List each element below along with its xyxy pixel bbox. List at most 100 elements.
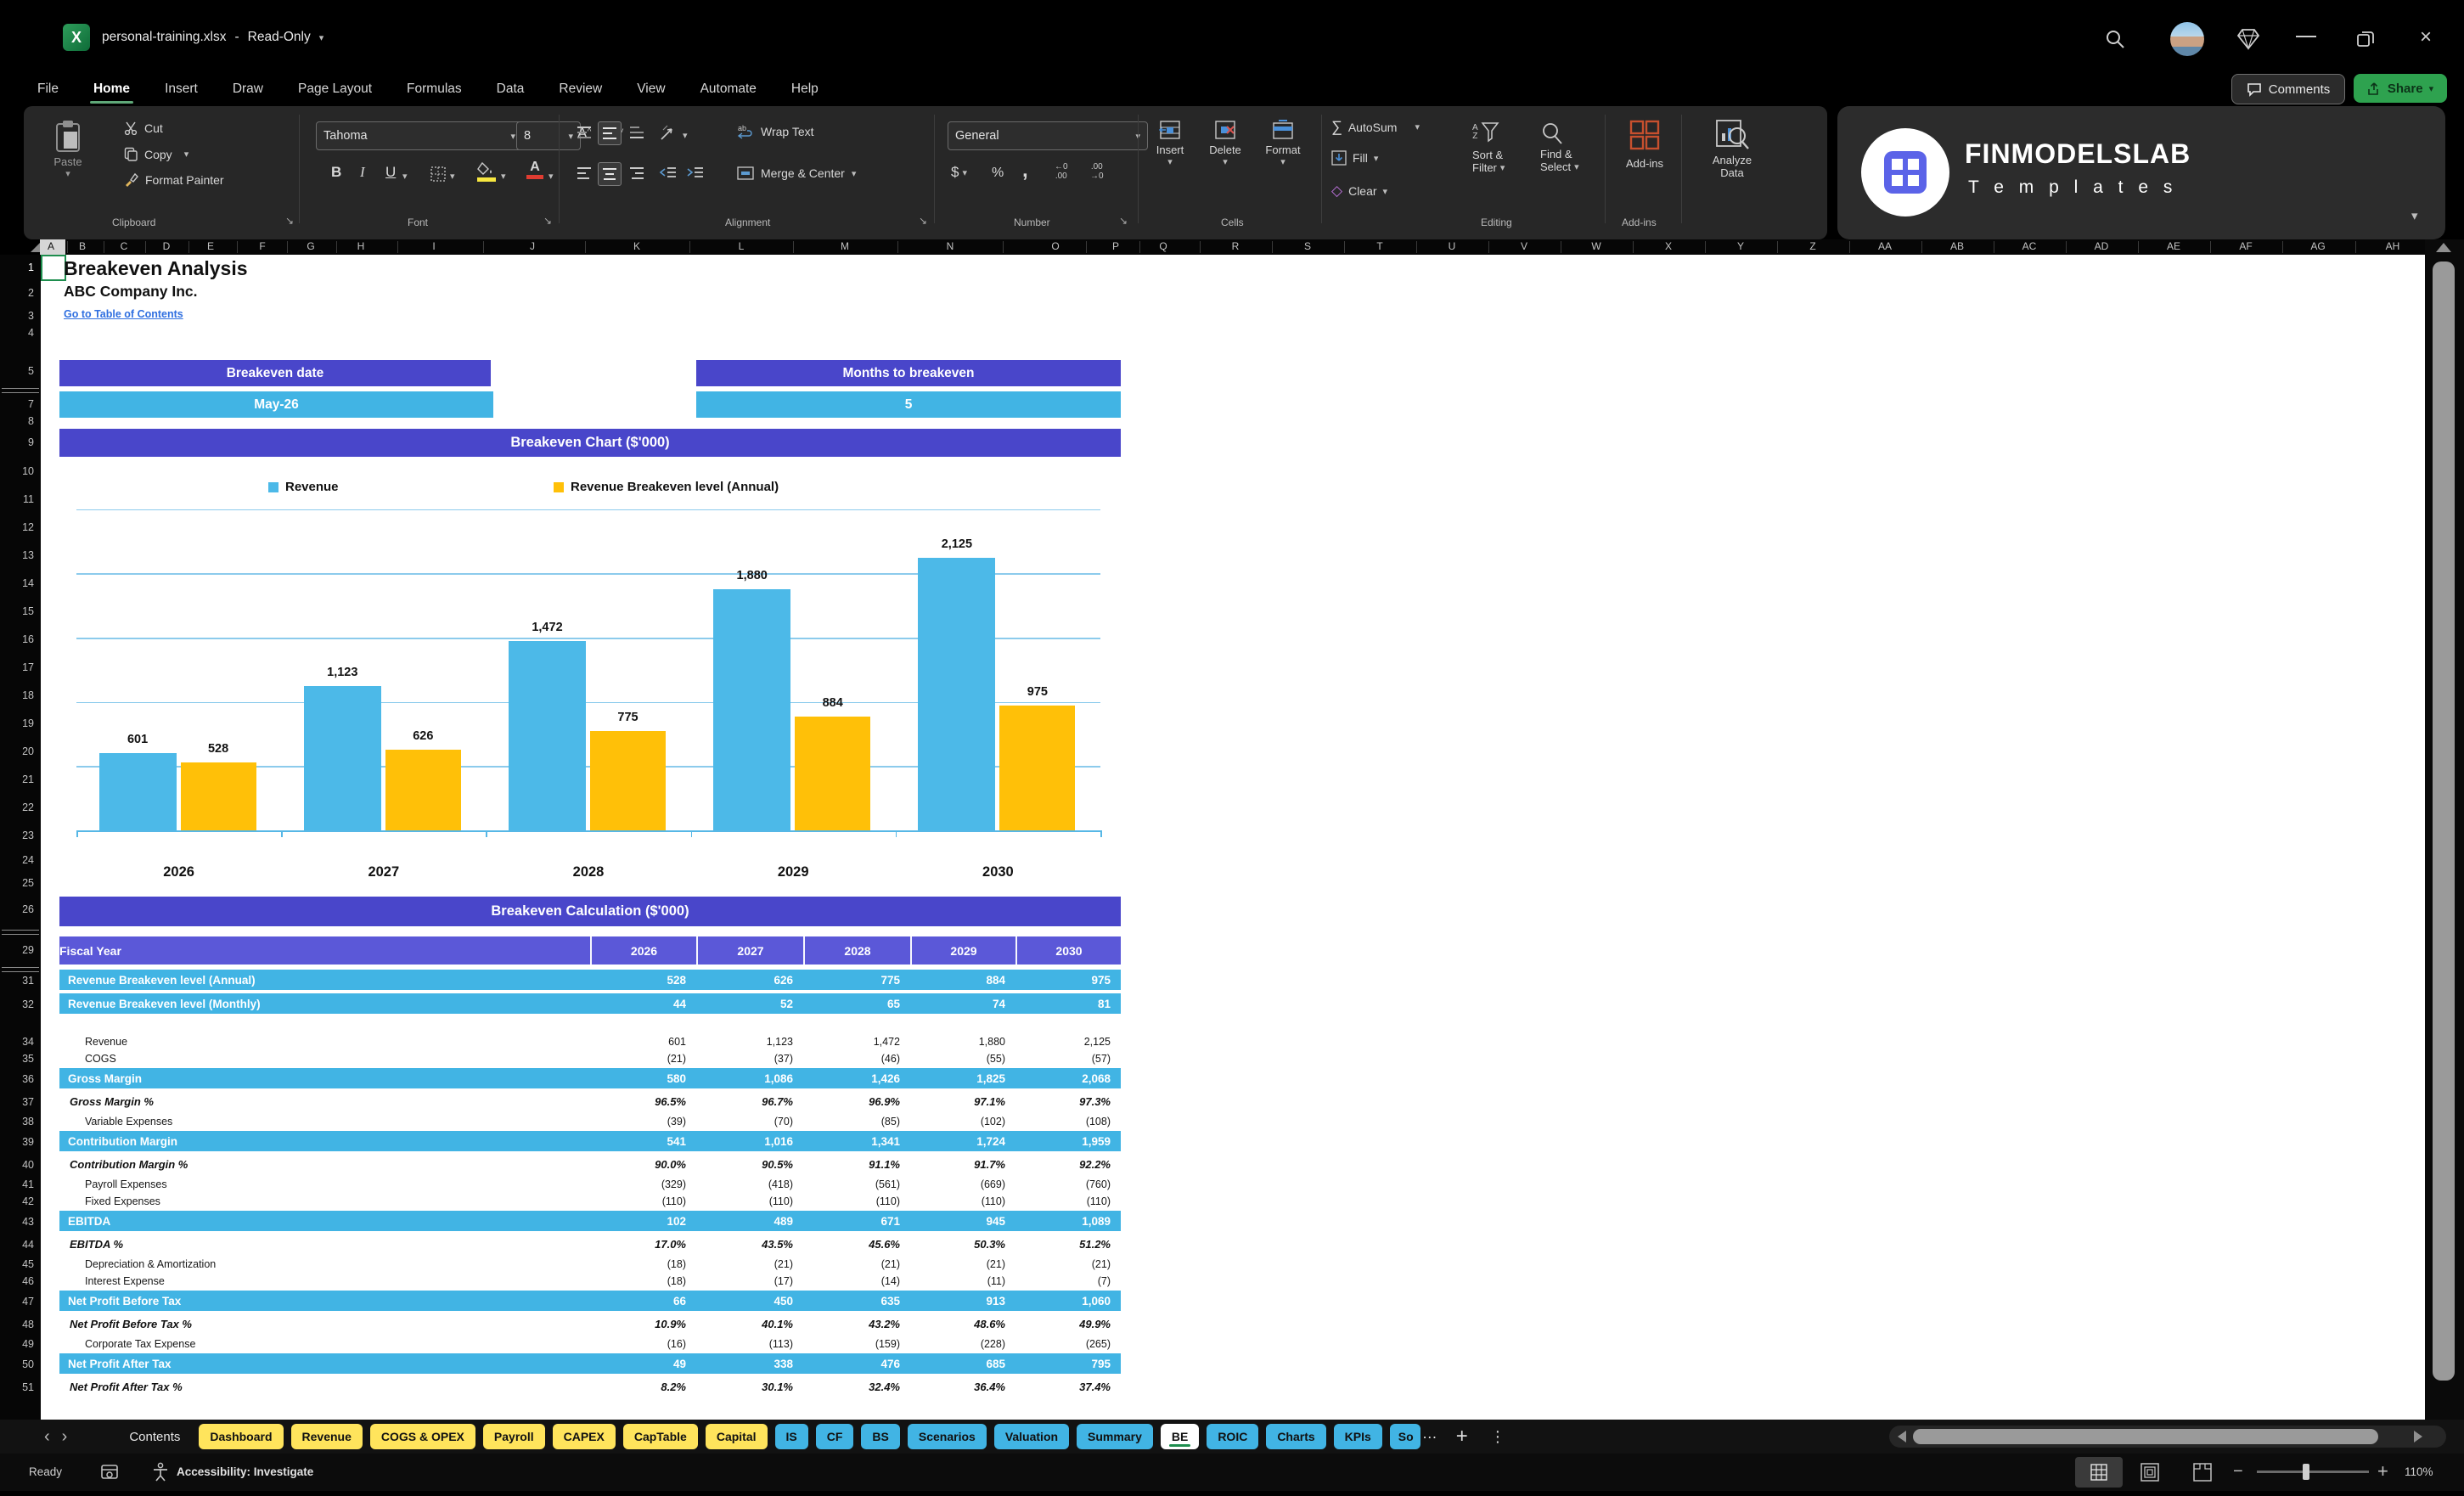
cell[interactable]: (669) [910, 1178, 1015, 1190]
more-tabs-button[interactable]: … [1422, 1425, 1437, 1443]
share-button[interactable]: Share ▾ [2354, 74, 2447, 103]
row-header-18[interactable]: 18 [3, 689, 34, 701]
cell[interactable]: (7) [1015, 1275, 1121, 1287]
decrease-decimal-button[interactable]: .00→0 [1090, 162, 1104, 181]
row-header-10[interactable]: 10 [3, 465, 34, 477]
cell[interactable]: (113) [696, 1338, 803, 1350]
column-header-R[interactable]: R [1232, 240, 1240, 252]
font-dialog-launcher-icon[interactable]: ↘ [543, 215, 552, 227]
cell[interactable]: 1,341 [803, 1135, 910, 1148]
alignment-dialog-launcher-icon[interactable]: ↘ [919, 215, 927, 227]
cell[interactable]: 8.2% [590, 1381, 696, 1393]
row-header-7[interactable]: 7 [3, 398, 34, 410]
underline-button[interactable]: U [385, 164, 396, 181]
chevron-down-icon[interactable]: ▾ [319, 32, 324, 43]
row-label[interactable]: Net Profit Before Tax [59, 1295, 590, 1308]
cell[interactable]: 541 [590, 1135, 696, 1148]
cell[interactable]: (18) [590, 1258, 696, 1270]
sheet-tab-summary[interactable]: Summary [1077, 1424, 1153, 1449]
cell[interactable]: (46) [803, 1053, 910, 1065]
cell[interactable]: (21) [910, 1258, 1015, 1270]
row-header-39[interactable]: 39 [3, 1136, 34, 1148]
cell[interactable]: (21) [1015, 1258, 1121, 1270]
column-header-O[interactable]: O [1051, 240, 1059, 252]
cell[interactable]: 92.2% [1015, 1158, 1121, 1171]
menu-tab-automate[interactable]: Automate [689, 72, 768, 106]
vertical-scrollbar[interactable] [2425, 239, 2464, 1420]
column-header-AE[interactable]: AE [2167, 240, 2180, 252]
cell[interactable]: (21) [803, 1258, 910, 1270]
percent-format-button[interactable]: % [992, 166, 1004, 181]
cell[interactable]: 975 [1015, 974, 1121, 987]
cell[interactable]: (57) [1015, 1053, 1121, 1065]
view-page-break-button[interactable] [2192, 1462, 2213, 1482]
menu-tab-data[interactable]: Data [485, 72, 537, 106]
number-dialog-launcher-icon[interactable]: ↘ [1119, 215, 1128, 227]
column-header-A[interactable]: A [48, 240, 54, 252]
scroll-left-arrow[interactable] [1898, 1431, 1906, 1443]
cell[interactable]: 91.7% [910, 1158, 1015, 1171]
cell[interactable]: 489 [696, 1215, 803, 1228]
column-header-Z[interactable]: Z [1809, 240, 1815, 252]
cell[interactable]: 2,125 [1015, 1036, 1121, 1048]
increase-indent-button[interactable] [686, 166, 705, 181]
sheet-tab-so[interactable]: So [1390, 1424, 1420, 1449]
row-header-25[interactable]: 25 [3, 877, 34, 889]
find-select-button[interactable]: Find & Select▾ [1540, 121, 1579, 173]
column-header-L[interactable]: L [739, 240, 745, 252]
column-header-AF[interactable]: AF [2239, 240, 2252, 252]
cell[interactable]: 1,060 [1015, 1295, 1121, 1308]
cell[interactable]: 17.0% [590, 1238, 696, 1251]
cell[interactable]: 1,426 [803, 1072, 910, 1085]
row-header-14[interactable]: 14 [3, 577, 34, 589]
cell[interactable]: 32.4% [803, 1381, 910, 1393]
copy-button[interactable]: Copy ▾ [124, 147, 188, 161]
row-header-4[interactable]: 4 [3, 327, 34, 339]
cell[interactable]: 1,123 [696, 1036, 803, 1048]
new-sheet-button[interactable]: + [1456, 1425, 1468, 1448]
cell[interactable]: 49 [590, 1358, 696, 1370]
minimize-button[interactable] [2296, 36, 2316, 37]
sheet-tab-is[interactable]: IS [775, 1424, 808, 1449]
cell[interactable]: 945 [910, 1215, 1015, 1228]
row-header-43[interactable]: 43 [3, 1216, 34, 1228]
delete-cells-button[interactable]: Delete ▾ [1203, 120, 1247, 167]
column-header-AD[interactable]: AD [2095, 240, 2109, 252]
accessibility-person-icon[interactable] [151, 1462, 170, 1482]
format-painter-button[interactable]: Format Painter [124, 172, 224, 187]
sheet-tab-kpis[interactable]: KPIs [1334, 1424, 1382, 1449]
collapse-ribbon-chevron-icon[interactable]: ▾ [2411, 208, 2418, 223]
cell[interactable]: (110) [590, 1195, 696, 1207]
cell[interactable]: 795 [1015, 1358, 1121, 1370]
sheet-tab-dashboard[interactable]: Dashboard [199, 1424, 283, 1449]
row-header-37[interactable]: 37 [3, 1096, 34, 1108]
tabs-forward-arrow[interactable]: › [62, 1427, 68, 1447]
cell[interactable]: 65 [803, 998, 910, 1010]
row-header-32[interactable]: 32 [3, 998, 34, 1010]
column-header-N[interactable]: N [947, 240, 954, 252]
align-left-button[interactable] [576, 166, 593, 181]
cell[interactable]: 1,086 [696, 1072, 803, 1085]
cell[interactable]: (18) [590, 1275, 696, 1287]
row-header-21[interactable]: 21 [3, 773, 34, 785]
close-button[interactable]: × [2420, 25, 2432, 49]
cell[interactable]: 51.2% [1015, 1238, 1121, 1251]
view-normal-button[interactable] [2075, 1457, 2123, 1488]
number-format-select[interactable]: General▾ [948, 121, 1148, 150]
add-ins-button[interactable]: Add-ins [1617, 118, 1673, 170]
row-header-31[interactable]: 31 [3, 975, 34, 987]
status-accessibility[interactable]: Accessibility: Investigate [177, 1465, 313, 1478]
row-header-23[interactable]: 23 [3, 830, 34, 841]
horizontal-scroll-thumb[interactable] [1913, 1429, 2378, 1444]
row-header-12[interactable]: 12 [3, 521, 34, 533]
zoom-slider-track[interactable] [2257, 1471, 2369, 1473]
row-label[interactable]: Interest Expense [59, 1275, 590, 1287]
row-label[interactable]: Net Profit After Tax [59, 1358, 590, 1370]
cell[interactable]: (760) [1015, 1178, 1121, 1190]
align-right-button[interactable] [628, 166, 645, 181]
cell[interactable]: 635 [803, 1295, 910, 1308]
align-bottom-button[interactable] [628, 125, 645, 140]
cell[interactable]: (14) [803, 1275, 910, 1287]
cell[interactable]: (70) [696, 1116, 803, 1128]
chevron-down-icon[interactable]: ▾ [402, 171, 408, 182]
